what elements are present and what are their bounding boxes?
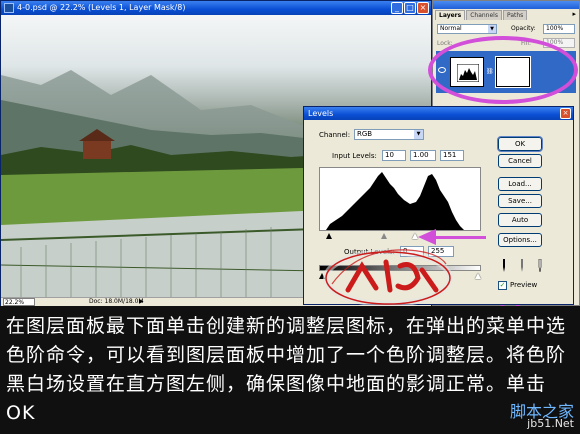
opacity-label: Opacity: — [511, 25, 536, 32]
black-eyedropper-icon[interactable] — [500, 259, 508, 273]
input-gamma-field[interactable]: 1.00 — [410, 150, 436, 161]
window-controls: _ □ × — [391, 2, 429, 14]
opacity-field[interactable]: 100% — [543, 24, 575, 34]
levels-dialog-title: Levels — [308, 109, 334, 118]
document-titlebar[interactable]: 4-0.psd @ 22.2% (Levels 1, Layer Mask/8)… — [1, 1, 431, 15]
tab-channels[interactable]: Channels — [466, 10, 502, 20]
watermark-seal — [323, 249, 453, 307]
layer-highlight-annotation — [428, 36, 578, 104]
chevron-down-icon: ▼ — [488, 25, 496, 33]
chevron-down-icon: ▼ — [414, 130, 423, 139]
document-size: Doc: 18.0M/18.0M — [89, 298, 144, 305]
channel-value: RGB — [357, 130, 373, 138]
load-button[interactable]: Load... — [498, 177, 542, 191]
arrow-annotation-line — [436, 236, 486, 239]
close-button[interactable]: × — [417, 2, 429, 14]
preview-checkbox[interactable]: ✓ — [498, 281, 507, 290]
minimize-button[interactable]: _ — [391, 2, 403, 14]
tab-paths[interactable]: Paths — [502, 10, 528, 20]
close-icon[interactable]: × — [560, 108, 571, 119]
status-menu-arrow-icon[interactable]: ▶ — [139, 298, 144, 306]
panel-menu-icon[interactable]: ▸ — [572, 10, 576, 18]
save-button[interactable]: Save... — [498, 194, 542, 208]
blend-mode-value: Normal — [440, 25, 462, 32]
levels-dialog-titlebar[interactable]: Levels × — [304, 107, 573, 120]
ok-button[interactable]: OK — [497, 136, 543, 152]
white-eyedropper-icon[interactable] — [536, 259, 544, 273]
preview-label: Preview — [510, 281, 538, 289]
black-point-handle[interactable] — [326, 233, 332, 239]
output-white-handle[interactable] — [475, 273, 481, 279]
input-black-field[interactable]: 10 — [382, 150, 406, 161]
layers-panel-tabs: Layers Channels Paths — [435, 10, 528, 20]
channel-select[interactable]: RGB ▼ — [354, 129, 424, 140]
layers-panel-titlebar[interactable] — [433, 1, 579, 9]
tab-layers[interactable]: Layers — [435, 10, 466, 20]
auto-button[interactable]: Auto — [498, 213, 542, 227]
input-white-field[interactable]: 151 — [440, 150, 464, 161]
blend-mode-select[interactable]: Normal ▼ — [437, 24, 497, 34]
photoshop-app-icon — [4, 3, 14, 13]
caption-text: 在图层面板最下面单击创建新的调整层图标，在弹出的菜单中选色阶命令，可以看到图层面… — [6, 315, 567, 424]
gamma-handle[interactable] — [381, 233, 387, 239]
site-watermark: 脚本之家 jb51.Net — [510, 404, 574, 430]
histogram-graph — [326, 172, 464, 230]
options-button[interactable]: Options... — [498, 233, 542, 247]
zoom-field[interactable]: 22.2% — [3, 298, 35, 306]
caption-panel: 在图层面板最下面单击创建新的调整层图标，在弹出的菜单中选色阶命令，可以看到图层面… — [0, 306, 580, 434]
channel-label: Channel: — [319, 131, 351, 139]
histogram — [319, 167, 481, 231]
gray-eyedropper-icon[interactable] — [518, 259, 526, 273]
maximize-button[interactable]: □ — [404, 2, 416, 14]
cancel-button[interactable]: Cancel — [498, 154, 542, 168]
document-title: 4-0.psd @ 22.2% (Levels 1, Layer Mask/8) — [17, 3, 186, 12]
input-levels-label: Input Levels: — [332, 152, 377, 160]
